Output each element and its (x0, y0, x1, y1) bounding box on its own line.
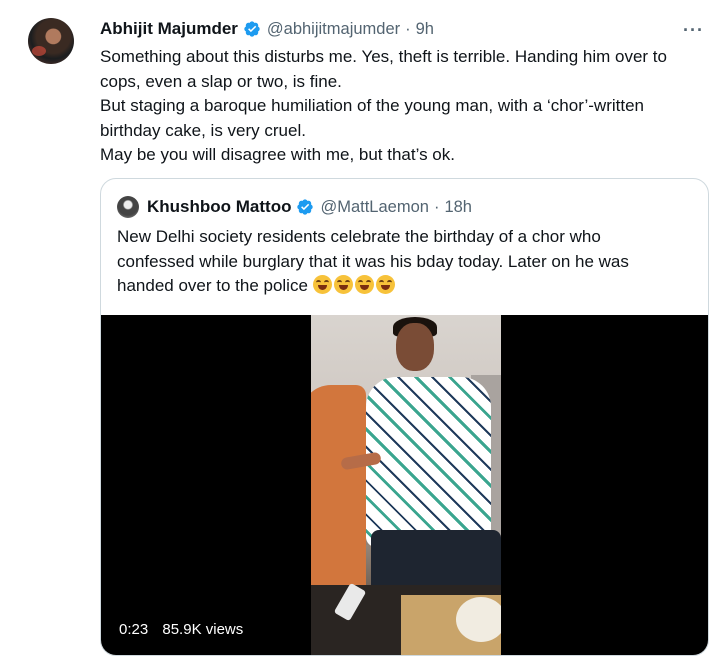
tweet-text: Something about this disturbs me. Yes, t… (100, 45, 715, 168)
tears-of-joy-emoji-icon (333, 275, 353, 294)
video-duration: 0:23 (119, 621, 149, 638)
verified-badge-icon (297, 199, 314, 215)
quoted-author-avatar (117, 196, 139, 218)
quoted-tweet-header: Khushboo Mattoo @MattLaemon · 18h (117, 196, 472, 218)
quoted-text-line-content: handed over to the police (117, 276, 308, 295)
tweet-text-line: birthday cake, is very cruel. (100, 120, 306, 140)
tweet-timestamp[interactable]: 9h (416, 20, 434, 39)
tweet-text-line: Something about this disturbs me. Yes, t… (100, 47, 667, 66)
author-avatar[interactable] (28, 18, 74, 64)
tweet-text-line: cops, even a slap or two, is fine. (100, 71, 342, 91)
video-stats: 0:23 85.9K views (119, 621, 253, 638)
quoted-author-name: Khushboo Mattoo (147, 197, 292, 216)
video-player[interactable]: 0:23 85.9K views (101, 315, 708, 655)
quoted-author-handle: @MattLaemon (320, 197, 429, 216)
verified-badge-icon (244, 21, 260, 37)
more-options-icon[interactable]: ··· (683, 20, 704, 41)
video-frame (311, 315, 501, 655)
tweet-header: Abhijit Majumder @abhijitmajumder · 9h (100, 19, 434, 39)
tears-of-joy-emoji-icon (312, 275, 332, 294)
author-name[interactable]: Abhijit Majumder (100, 19, 238, 39)
quoted-text-line: New Delhi society residents celebrate th… (117, 227, 601, 246)
tears-of-joy-emoji-icon (375, 275, 395, 294)
tweet-text-line: May be you will disagree with me, but th… (100, 145, 455, 164)
quoted-text-line: handed over to the police (117, 274, 697, 299)
quoted-timestamp: 18h (444, 197, 472, 216)
separator-dot: · (405, 19, 411, 38)
separator-dot: · (433, 197, 440, 216)
quoted-tweet-card[interactable]: Khushboo Mattoo @MattLaemon · 18h New De… (100, 178, 709, 656)
video-views: 85.9K views (162, 621, 244, 638)
quoted-tweet-text: New Delhi society residents celebrate th… (117, 225, 697, 299)
tears-of-joy-emoji-icon (354, 275, 374, 294)
author-handle[interactable]: @abhijitmajumder (267, 20, 400, 39)
quoted-text-line: confessed while burglary that it was his… (117, 251, 629, 271)
tweet-text-line: But staging a baroque humiliation of the… (100, 96, 644, 115)
